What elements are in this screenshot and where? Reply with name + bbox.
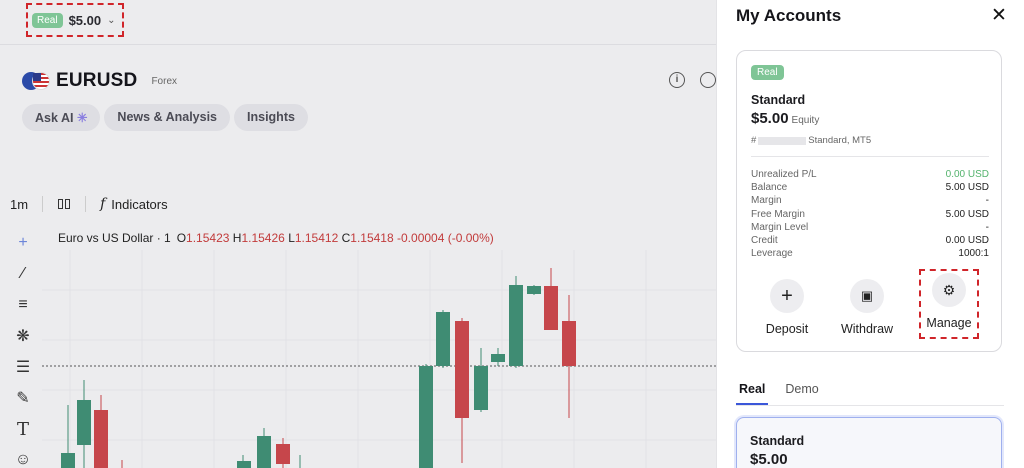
withdraw-button[interactable]: ▣ Withdraw [832, 279, 902, 336]
candle [509, 285, 523, 366]
deposit-button[interactable]: + Deposit [752, 279, 822, 336]
pattern-icon[interactable]: ❋ [12, 325, 34, 347]
real-badge: Real [32, 12, 63, 28]
brush-icon[interactable]: ✎ [12, 387, 34, 409]
candle [544, 286, 558, 330]
tab-real[interactable]: Real [736, 382, 769, 405]
candle [562, 321, 576, 366]
account-type: Standard [750, 434, 805, 448]
news-analysis-pill[interactable]: News & Analysis [104, 104, 231, 131]
card-divider [751, 156, 989, 157]
my-accounts-panel: My Accounts ✕ Real Standard $5.00 Equity … [716, 0, 1024, 468]
tab-demo[interactable]: Demo [782, 382, 821, 405]
candle [257, 436, 271, 468]
account-card: Real Standard $5.00 Equity # Standard, MT5… [736, 50, 1002, 352]
price-chart[interactable] [42, 250, 716, 468]
masked-number [758, 136, 807, 145]
account-actions: + Deposit ▣ Withdraw ⚙ Manage [737, 269, 1003, 349]
candle [61, 453, 75, 468]
stat-row: Leverage 1000:1 [751, 248, 989, 260]
emoji-icon[interactable]: ☺ [12, 449, 34, 468]
tabs-divider [736, 405, 1004, 406]
indicators-label: Indicators [111, 196, 168, 212]
chart-legend: Euro vs US Dollar · 1 O1.15423 H1.15426 … [58, 231, 494, 245]
symbol-pills: Ask AI ✳ News & Analysis Insights [22, 104, 308, 131]
symbol-name: EURUSD [56, 70, 138, 91]
account-balance: $5.00 [750, 451, 788, 468]
chevron-down-icon: ⌄ [107, 14, 116, 26]
stat-row: Balance 5.00 USD [751, 182, 989, 194]
alarm-icon[interactable] [700, 72, 716, 88]
indicators-button[interactable]: f Indicators [100, 196, 168, 212]
candle [474, 366, 488, 410]
drawing-tools: + ∕ ≡ ❋ ☰ ✎ T ☺ [12, 232, 36, 468]
legend-ohlc: O1.15423 H1.15426 L1.15412 C1.15418 -0.0… [176, 231, 494, 245]
ask-ai-pill[interactable]: Ask AI ✳ [22, 104, 101, 131]
candle [436, 312, 450, 366]
candle [419, 366, 433, 468]
crosshair-icon[interactable]: + [12, 232, 34, 254]
info-icon[interactable]: i [669, 72, 685, 88]
manage-button[interactable]: ⚙ Manage [919, 269, 979, 339]
stat-row: Free Margin 5.00 USD [751, 208, 989, 220]
timeframe-button[interactable]: 1m [10, 197, 28, 212]
account-stats: Unrealized P/L 0.00 USD Balance 5.00 USD M… [751, 168, 989, 260]
candle [94, 410, 108, 468]
stat-row: Credit 0.00 USD [751, 234, 989, 246]
account-list-item[interactable]: Standard $5.00 [736, 417, 1002, 468]
plus-icon: + [770, 279, 804, 313]
symbol-header: EURUSD Forex [22, 70, 177, 92]
fib-levels-icon[interactable]: ☰ [12, 356, 34, 378]
fx-icon: f [100, 196, 106, 212]
panel-title: My Accounts [736, 6, 842, 25]
candle [237, 461, 251, 468]
chart-toolbar: 1m f Indicators [10, 196, 168, 212]
candles [61, 268, 576, 468]
symbol-category: Forex [151, 75, 177, 87]
text-tool-icon[interactable]: T [12, 418, 34, 440]
stat-row: Margin Level - [751, 221, 989, 233]
account-balance: $5.00 Equity [751, 110, 820, 127]
legend-title: Euro vs US Dollar · 1 [58, 231, 171, 245]
stat-row: Unrealized P/L 0.00 USD [751, 169, 989, 180]
candle [527, 286, 541, 294]
account-type: Standard [751, 93, 806, 107]
header-divider [0, 44, 716, 45]
account-amount: $5.00 [68, 12, 102, 28]
insights-pill[interactable]: Insights [234, 104, 308, 131]
trading-area: Real $5.00 ⌄ EURUSD Forex i Ask AI ✳ New… [0, 0, 716, 468]
sparkle-icon: ✳ [76, 111, 88, 125]
toolbar-divider [42, 196, 44, 212]
candle [491, 354, 505, 362]
withdraw-icon: ▣ [850, 279, 884, 313]
close-icon[interactable]: ✕ [989, 6, 1009, 26]
account-number: # Standard, MT5 [751, 135, 872, 146]
candle [276, 444, 290, 464]
real-badge: Real [751, 65, 784, 80]
horizontal-lines-icon[interactable]: ≡ [12, 294, 34, 316]
stat-row: Margin - [751, 195, 989, 207]
toolbar-divider [85, 196, 87, 212]
eurusd-flag-icon [22, 72, 50, 90]
account-tabs: Real Demo [736, 382, 822, 405]
candle [455, 321, 469, 418]
sliders-icon: ⚙ [932, 273, 966, 307]
candle [77, 400, 91, 445]
candles-icon[interactable] [57, 197, 71, 211]
trendline-icon[interactable]: ∕ [12, 263, 34, 285]
account-selector[interactable]: Real $5.00 ⌄ [26, 3, 124, 37]
